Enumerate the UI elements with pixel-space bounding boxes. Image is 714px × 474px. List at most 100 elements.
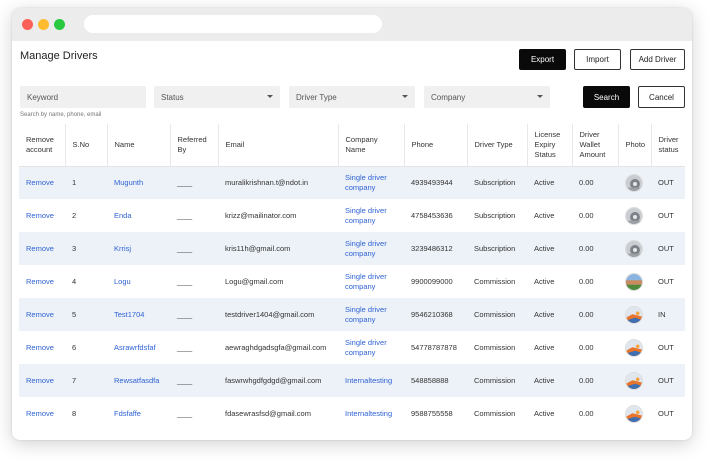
header-name[interactable]: Name (107, 124, 171, 167)
remove-account-link[interactable]: Remove (19, 331, 65, 364)
driver-email: krizz@mailinator.com (218, 199, 338, 232)
company-name-link[interactable]: Internaltesting (338, 364, 404, 397)
driver-type: Subscription (467, 166, 527, 199)
driver-name-link[interactable]: Logu (107, 265, 170, 298)
table-row: Remove 1 Mugunth ____ muralikrishnan.t@ndot.… (19, 166, 685, 199)
company-name-link[interactable]: Internaltesting (338, 397, 404, 430)
referred-by: ____ (170, 397, 218, 430)
wallet-amount: 0.00 (572, 331, 618, 364)
table-row: Remove 4 Logu ____ Logu@gmail.com Single driv… (19, 265, 685, 298)
avatar[interactable] (625, 206, 643, 225)
company-name-link[interactable]: Single driver company (338, 265, 404, 298)
avatar[interactable] (625, 371, 643, 390)
header-phone: Phone (404, 124, 468, 167)
driver-type-select[interactable]: Driver Type (289, 86, 415, 108)
cancel-button[interactable]: Cancel (638, 86, 685, 108)
driver-email: aewraghdgadsgfa@gmail.com (218, 331, 338, 364)
table-row: Remove 6 Asrawrfdsfaf ____ aewraghdgadsgfa@g… (19, 331, 685, 364)
table-row: Remove 3 Krrisj ____ kris11h@gmail.com Single… (19, 232, 685, 265)
wallet-amount: 0.00 (572, 298, 618, 331)
remove-account-link[interactable]: Remove (19, 364, 65, 397)
status-select-label: Status (161, 92, 184, 102)
header-driver-wallet-amount: Driver Wallet Amount (572, 124, 619, 167)
header-sno: S.No (65, 124, 108, 167)
remove-account-link[interactable]: Remove (19, 232, 65, 265)
serial-number: 1 (65, 166, 107, 199)
serial-number: 2 (65, 199, 107, 232)
search-hint: Search by name, phone, email (20, 112, 102, 118)
header-remove-account: Remove account (19, 124, 66, 167)
company-name-link[interactable]: Single driver company (338, 232, 404, 265)
driver-email: kris11h@gmail.com (218, 232, 338, 265)
main-content: Manage Drivers Export Import Add Driver … (12, 41, 692, 440)
avatar[interactable] (625, 272, 643, 291)
driver-type: Commission (467, 331, 527, 364)
table-row: Remove 5 Test1704 ____ testdriver1404@gmail.… (19, 298, 685, 331)
chevron-down-icon (402, 95, 408, 98)
avatar[interactable] (625, 173, 643, 192)
driver-name-link[interactable]: Mugunth (107, 166, 170, 199)
header-driver-status: Driver status (651, 124, 685, 167)
import-button[interactable]: Import (574, 49, 621, 70)
license-status: Active (527, 166, 572, 199)
minimize-window-icon[interactable] (38, 19, 49, 30)
table-row: Remove 8 Fdsfaffe ____ fdasewrasfsd@gmail.co… (19, 397, 685, 430)
driver-email: muralikrishnan.t@ndot.in (218, 166, 338, 199)
serial-number: 8 (65, 397, 107, 430)
remove-account-link[interactable]: Remove (19, 166, 65, 199)
company-name-link[interactable]: Single driver company (338, 331, 404, 364)
drivers-table-container[interactable]: Remove account S.No Name Referred By Ema… (19, 124, 685, 440)
referred-by: ____ (170, 298, 218, 331)
remove-account-link[interactable]: Remove (19, 265, 65, 298)
close-window-icon[interactable] (22, 19, 33, 30)
company-name-link[interactable]: Single driver company (338, 199, 404, 232)
driver-name-link[interactable]: Fdsfaffe (107, 397, 170, 430)
header-email[interactable]: Email (218, 124, 339, 167)
remove-account-link[interactable]: Remove (19, 397, 65, 430)
driver-phone: 3239486312 (404, 232, 467, 265)
wallet-amount: 0.00 (572, 265, 618, 298)
license-status: Active (527, 199, 572, 232)
driver-type: Commission (467, 265, 527, 298)
photo-cell (618, 364, 651, 397)
license-status: Active (527, 364, 572, 397)
avatar[interactable] (625, 404, 643, 423)
keyword-input[interactable]: Keyword (20, 86, 146, 108)
driver-phone: 548858888 (404, 364, 467, 397)
status-select[interactable]: Status (154, 86, 280, 108)
photo-cell (618, 298, 651, 331)
title-bar (12, 8, 692, 41)
driver-name-link[interactable]: Asrawrfdsfaf (107, 331, 170, 364)
photo-cell (618, 166, 651, 199)
photo-cell (618, 232, 651, 265)
driver-name-link[interactable]: Enda (107, 199, 170, 232)
driver-name-link[interactable]: Krrisj (107, 232, 170, 265)
license-status: Active (527, 265, 572, 298)
export-button[interactable]: Export (519, 49, 566, 70)
avatar[interactable] (625, 239, 643, 258)
driver-name-link[interactable]: Test1704 (107, 298, 170, 331)
driver-status: OUT (651, 331, 685, 364)
driver-type-select-label: Driver Type (296, 92, 337, 102)
driver-status: OUT (651, 166, 685, 199)
chevron-down-icon (537, 95, 543, 98)
add-driver-button[interactable]: Add Driver (630, 49, 685, 70)
driver-phone: 9588755558 (404, 397, 467, 430)
driver-type: Subscription (467, 199, 527, 232)
serial-number: 6 (65, 331, 107, 364)
serial-number: 3 (65, 232, 107, 265)
remove-account-link[interactable]: Remove (19, 199, 65, 232)
keyword-placeholder: Keyword (27, 92, 59, 102)
remove-account-link[interactable]: Remove (19, 298, 65, 331)
avatar[interactable] (625, 338, 643, 357)
maximize-window-icon[interactable] (54, 19, 65, 30)
driver-name-link[interactable]: Rewsatfasdfa (107, 364, 170, 397)
company-name-link[interactable]: Single driver company (338, 166, 404, 199)
chevron-down-icon (267, 95, 273, 98)
company-name-link[interactable]: Single driver company (338, 298, 404, 331)
avatar[interactable] (625, 305, 643, 324)
driver-email: testdriver1404@gmail.com (218, 298, 338, 331)
search-button[interactable]: Search (583, 86, 630, 108)
address-bar[interactable] (84, 15, 382, 33)
company-select[interactable]: Company (424, 86, 550, 108)
